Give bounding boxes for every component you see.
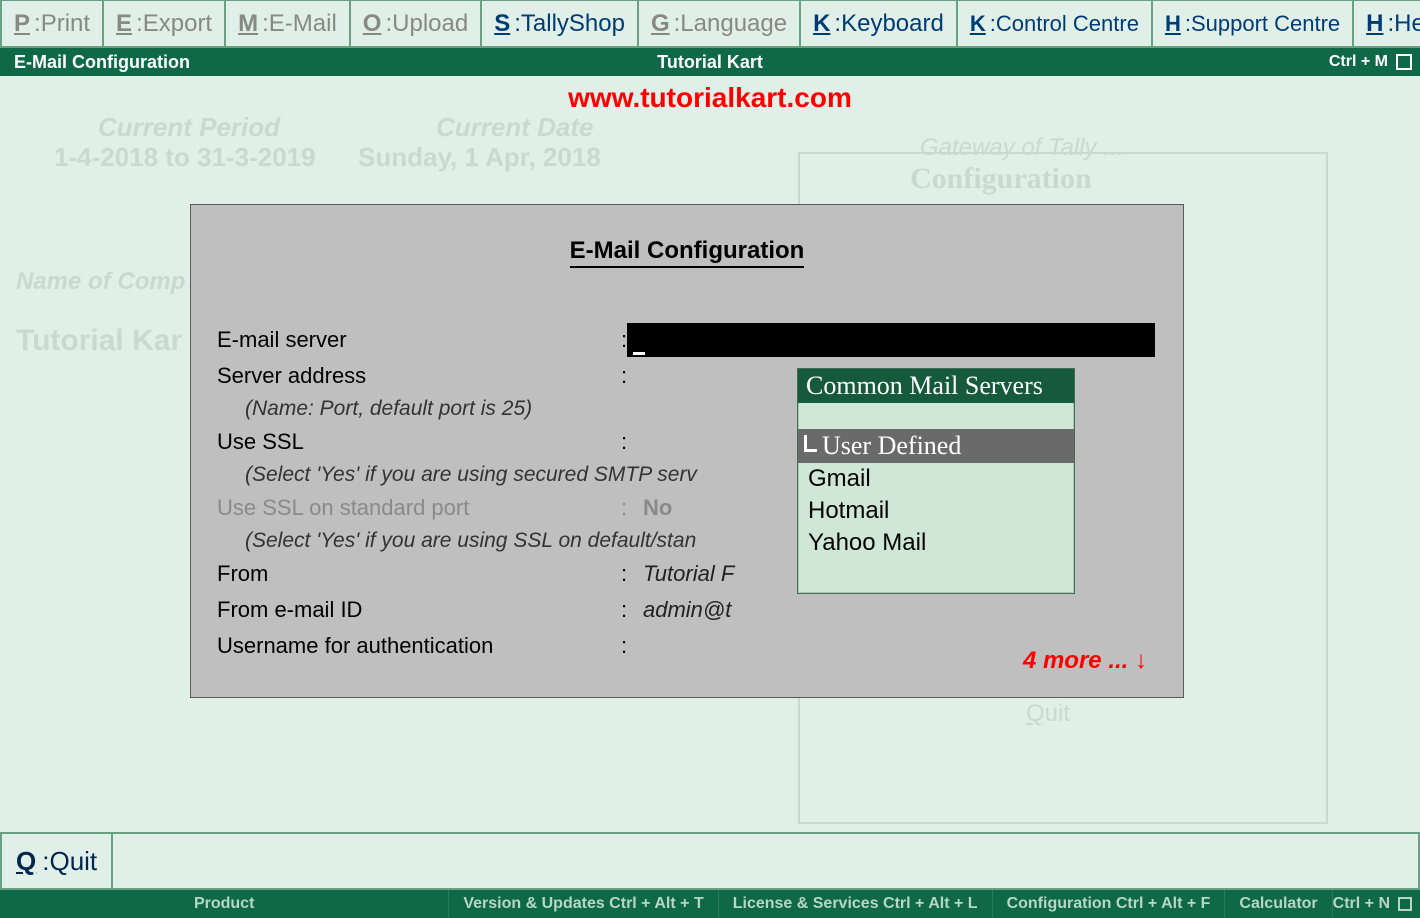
dropdown-item-user-defined[interactable]: User Defined <box>798 429 1074 463</box>
label-use-ssl-std: Use SSL on standard port <box>217 493 621 523</box>
overlay-url: www.tutorialkart.com <box>568 82 852 114</box>
square-icon[interactable] <box>1396 54 1412 70</box>
label-from: From <box>217 559 621 589</box>
status-calculator[interactable]: Calculator <box>1225 890 1332 918</box>
status-license[interactable]: License & Services Ctrl + Alt + L <box>719 890 993 918</box>
sub-bar-center: Tutorial Kart <box>657 52 763 73</box>
dropdown-item-hotmail[interactable]: Hotmail <box>798 495 1074 527</box>
more-indicator[interactable]: 4 more ... ↓ <box>1023 647 1147 675</box>
bg-current-period-label: Current Period <box>98 112 280 143</box>
menu-email[interactable]: M: E-Mail <box>226 0 351 47</box>
sub-bar: E-Mail Configuration Tutorial Kart Ctrl … <box>0 48 1420 76</box>
top-menu: P: Print E: Export M: E-Mail O: Upload S… <box>0 0 1420 48</box>
menu-keyboard[interactable]: K: Keyboard <box>801 0 958 47</box>
sub-bar-left: E-Mail Configuration <box>14 52 190 73</box>
gateway-subtitle: Configuration <box>910 162 1092 196</box>
status-calc-shortcut: Ctrl + N <box>1333 895 1390 913</box>
menu-support-centre[interactable]: H: Support Centre <box>1153 0 1354 47</box>
status-version[interactable]: Version & Updates Ctrl + Alt + T <box>449 890 718 918</box>
gateway-title: Gateway of Tally .... <box>920 134 1130 162</box>
label-server-address: Server address <box>217 361 621 391</box>
dropdown-item-yahoo[interactable]: Yahoo Mail <box>798 527 1074 559</box>
menu-tallyshop[interactable]: S: TallyShop <box>482 0 639 47</box>
sub-bar-right: Ctrl + M <box>1329 53 1412 71</box>
label-email-server: E-mail server <box>217 325 621 355</box>
menu-export[interactable]: E: Export <box>104 0 226 47</box>
dropdown-item-gmail[interactable]: Gmail <box>798 463 1074 495</box>
label-use-ssl: Use SSL <box>217 427 621 457</box>
bg-current-date-label: Current Date <box>436 112 593 143</box>
menu-language[interactable]: G: Language <box>639 0 801 47</box>
label-username: Username for authentication <box>217 631 621 661</box>
status-product[interactable]: Product <box>0 890 449 918</box>
quit-button[interactable]: Q: Quit <box>0 832 113 890</box>
modal-title: E-Mail Configuration <box>191 237 1183 265</box>
status-strip: Product Version & Updates Ctrl + Alt + T… <box>0 890 1420 918</box>
mail-server-dropdown: Common Mail Servers User Defined Gmail H… <box>797 368 1075 594</box>
value-from-email: admin@t <box>643 595 1157 625</box>
bg-current-period-value: 1-4-2018 to 31-3-2019 <box>54 142 316 173</box>
bg-name-of-company-label: Name of Comp <box>16 268 185 296</box>
sub-bar-shortcut: Ctrl + M <box>1329 53 1388 71</box>
menu-print[interactable]: P: Print <box>0 0 104 47</box>
dropdown-title: Common Mail Servers <box>798 369 1074 403</box>
gateway-quit[interactable]: Quit <box>1026 700 1070 728</box>
label-from-email: From e-mail ID <box>217 595 621 625</box>
square-icon[interactable] <box>1398 897 1412 911</box>
quit-bar: Q: Quit <box>0 832 1420 890</box>
menu-control-centre[interactable]: K: Control Centre <box>958 0 1153 47</box>
status-config[interactable]: Configuration Ctrl + Alt + F <box>993 890 1226 918</box>
menu-upload[interactable]: O: Upload <box>351 0 482 47</box>
bg-company: Tutorial Kar <box>16 324 182 358</box>
status-right: Ctrl + N <box>1333 895 1420 913</box>
quit-bar-spacer <box>113 832 1420 890</box>
bg-current-date-value: Sunday, 1 Apr, 2018 <box>358 142 601 173</box>
menu-help[interactable]: H: Help <box>1354 0 1420 47</box>
